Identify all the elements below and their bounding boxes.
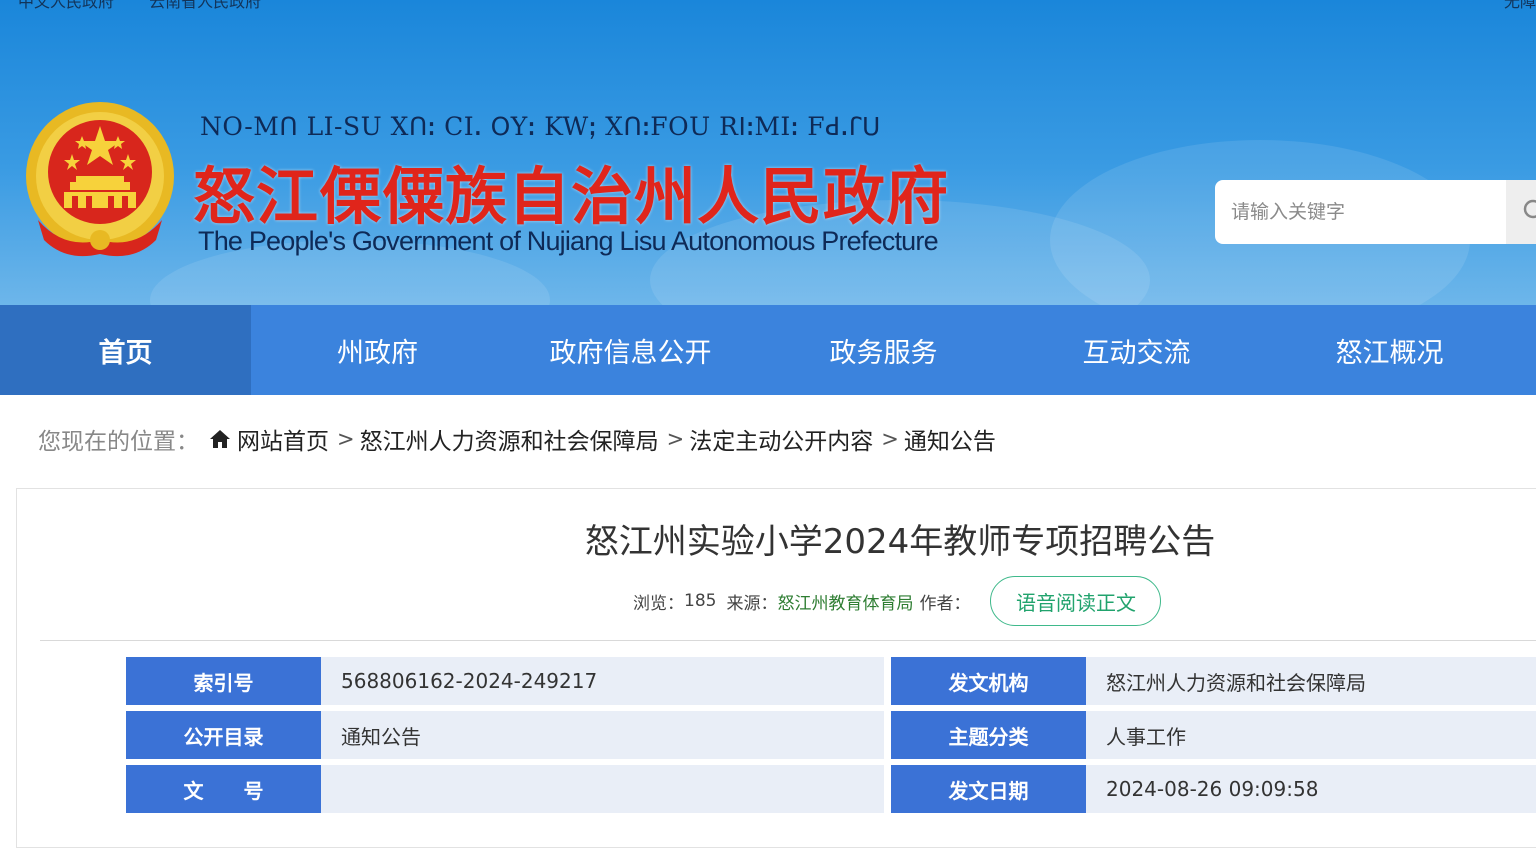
main-nav: 首页 州政府 政府信息公开 政务服务 互动交流 怒江概况 <box>0 305 1536 395</box>
national-emblem-icon <box>26 102 174 257</box>
nav-item-nujiang-overview[interactable]: 怒江概况 <box>1263 305 1516 395</box>
breadcrumb-statutory-disclosure[interactable]: 法定主动公开内容 <box>689 422 873 456</box>
breadcrumb: 您现在的位置： 网站首页 > 怒江州人力资源和社会保障局 > 法定主动公开内容 … <box>38 422 996 456</box>
views-count: 185 <box>684 591 717 611</box>
nav-item-gov-services[interactable]: 政务服务 <box>757 305 1010 395</box>
nav-item-interaction[interactable]: 互动交流 <box>1010 305 1263 395</box>
info-value-issue-date: 2024-08-26 09:09:58 <box>1086 765 1536 813</box>
top-link-central-gov[interactable]: 中文人民政府 <box>18 0 114 11</box>
article-meta: 浏览： 185 来源： 怒江州教育体育局 作者： 语音阅读正文 <box>633 576 1162 626</box>
info-key-index-number: 索引号 <box>126 657 329 705</box>
info-value-index-number: 568806162-2024-249217 <box>321 657 884 705</box>
breadcrumb-home[interactable]: 网站首页 <box>237 422 329 456</box>
home-icon <box>210 430 230 448</box>
search-button[interactable] <box>1506 180 1536 244</box>
top-link-yunnan-gov[interactable]: 云南省人民政府 <box>149 0 261 11</box>
top-links: 中文人民政府 云南省人民政府 <box>18 0 291 12</box>
search-icon <box>1523 199 1536 219</box>
breadcrumb-hr-bureau[interactable]: 怒江州人力资源和社会保障局 <box>360 422 659 456</box>
author-label: 作者： <box>919 593 971 614</box>
info-key-document-number: 文 号 <box>126 765 329 813</box>
voice-read-button[interactable]: 语音阅读正文 <box>990 576 1162 626</box>
info-value-document-number <box>321 765 884 813</box>
nav-item-prefecture-gov[interactable]: 州政府 <box>251 305 504 395</box>
views-label: 浏览： <box>633 593 684 614</box>
meta-divider <box>40 640 1536 641</box>
breadcrumb-separator: > <box>881 427 899 451</box>
info-key-public-catalog: 公开目录 <box>126 711 329 759</box>
site-title-chinese: 怒江傈僳族自治州人民政府 <box>193 160 950 233</box>
nav-item-home[interactable]: 首页 <box>0 305 251 395</box>
breadcrumb-separator: > <box>337 427 355 451</box>
article-title: 怒江州实验小学2024年教师专项招聘公告 <box>584 522 1216 562</box>
site-header: 中文人民政府 云南省人民政府 无障 NO-Mꓵ LI-SU Xꓵꓽ CIꓸ ꓳY… <box>0 0 1536 305</box>
breadcrumb-label: 您现在的位置： <box>38 429 199 455</box>
breadcrumb-notices[interactable]: 通知公告 <box>904 422 996 456</box>
site-title-english: The People's Government of Nujiang Lisu … <box>198 226 939 256</box>
nav-item-info-disclosure[interactable]: 政府信息公开 <box>504 305 757 395</box>
source-label: 来源： <box>726 593 778 614</box>
info-value-subject-category: 人事工作 <box>1086 711 1536 759</box>
source-link[interactable]: 怒江州教育体育局 <box>777 589 913 614</box>
info-key-subject-category: 主题分类 <box>891 711 1094 759</box>
search-box <box>1215 180 1536 244</box>
breadcrumb-separator: > <box>666 427 685 451</box>
info-value-issuing-agency: 怒江州人力资源和社会保障局 <box>1086 657 1536 705</box>
info-key-issue-date: 发文日期 <box>891 765 1094 813</box>
lisu-script-title: NO-Mꓵ LI-SU Xꓵꓽ CIꓸ ꓳYꓽ KWꓼ XꓵꓽFOU RꓲꓽMI… <box>200 112 881 141</box>
info-key-issuing-agency: 发文机构 <box>891 657 1094 705</box>
search-input[interactable] <box>1215 180 1505 244</box>
accessibility-link[interactable]: 无障 <box>1504 0 1536 12</box>
info-value-public-catalog: 通知公告 <box>321 711 884 759</box>
